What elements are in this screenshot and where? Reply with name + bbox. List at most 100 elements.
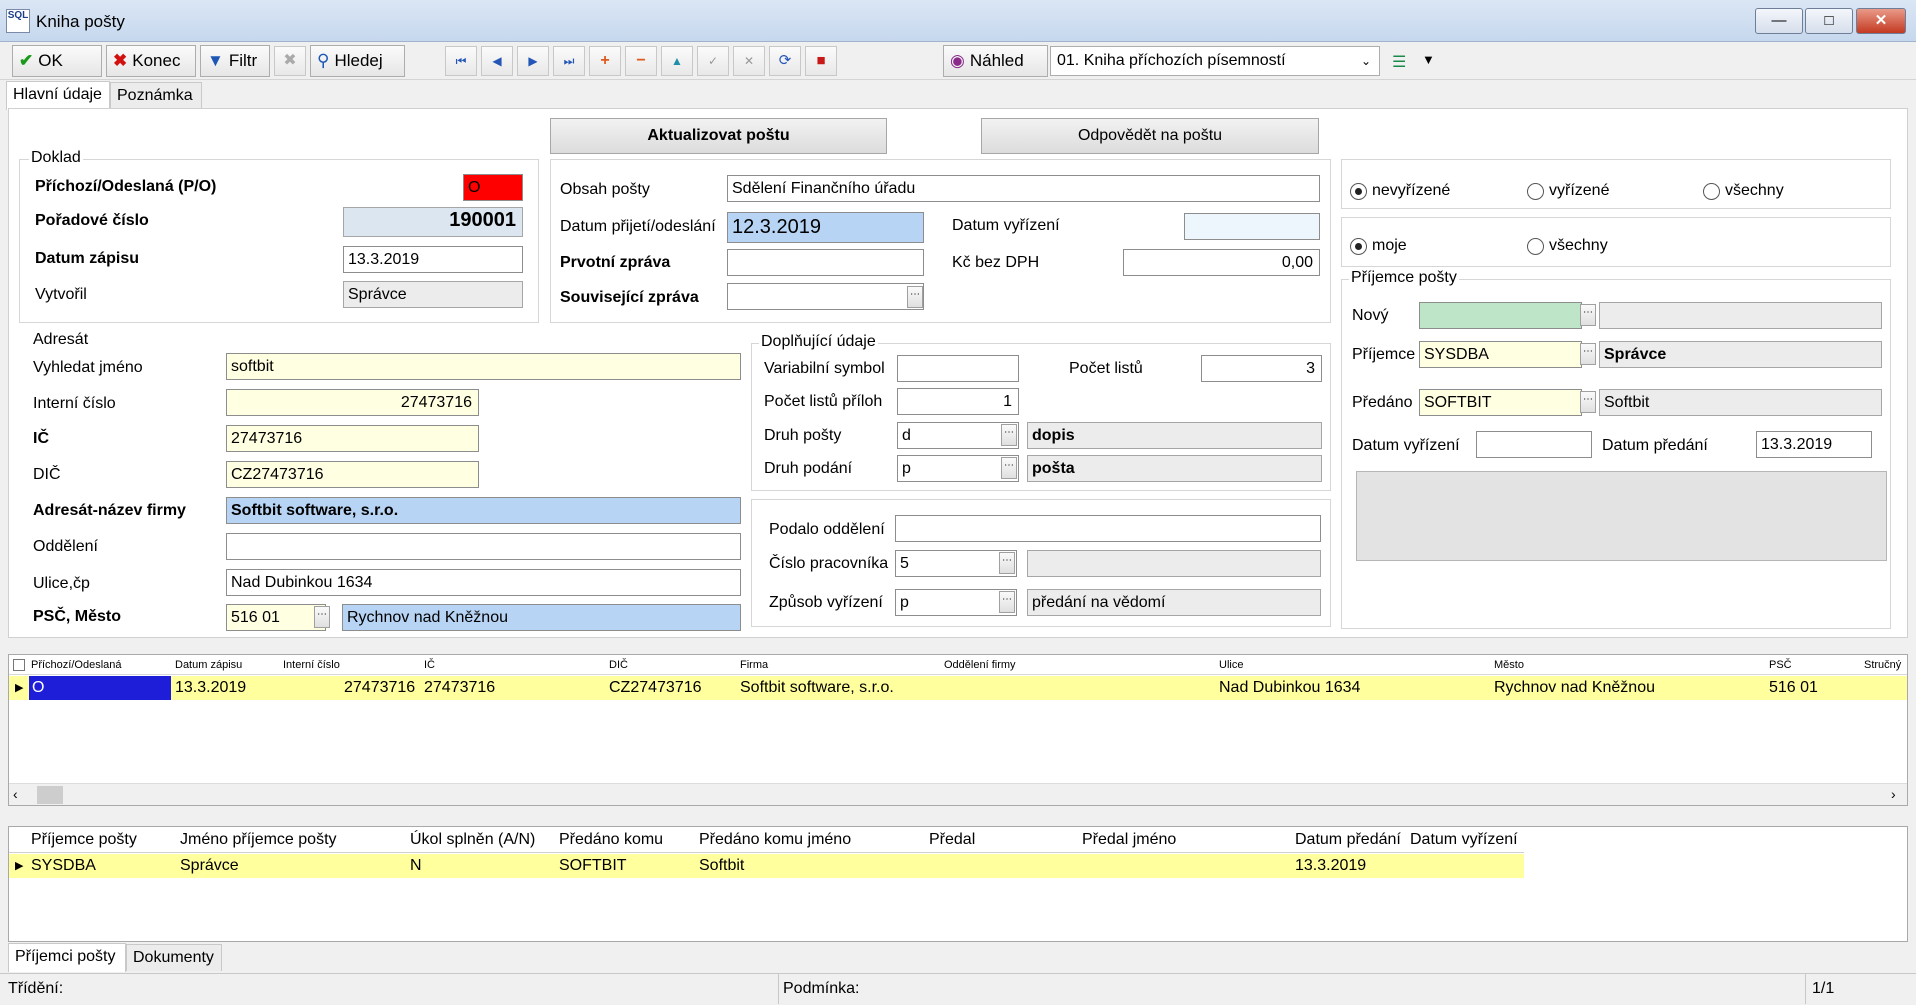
search-name-field[interactable]: softbit — [226, 353, 741, 380]
recip-ellipsis-button[interactable]: ⋯ — [1580, 343, 1596, 365]
cell[interactable]: 27473716 — [424, 676, 495, 700]
horizontal-scrollbar[interactable]: ‹ › — [9, 783, 1907, 805]
delete-record-icon[interactable]: − — [625, 46, 657, 76]
edit-record-icon[interactable]: ▲ — [661, 46, 693, 76]
col-header[interactable]: Interní číslo — [283, 655, 340, 675]
att-sheets-field[interactable]: 1 — [897, 388, 1019, 415]
reply-mail-button[interactable]: Odpovědět na poštu — [981, 118, 1319, 154]
cell[interactable]: SOFTBIT — [559, 854, 627, 878]
resolve-way-ellipsis-button[interactable]: ⋯ — [999, 591, 1015, 613]
col-header[interactable]: Jméno příjemce pošty — [180, 827, 337, 853]
cell[interactable]: 27473716 — [344, 676, 415, 700]
confirm-icon[interactable]: ✓ — [697, 46, 729, 76]
col-header[interactable]: DIČ — [609, 655, 628, 675]
city-field[interactable]: Rychnov nad Kněžnou — [342, 604, 741, 631]
cell[interactable]: SYSDBA — [31, 854, 96, 878]
radio-vsechny[interactable]: všechny — [1703, 182, 1784, 200]
col-header[interactable]: Předáno komu — [559, 827, 663, 853]
resolve-date-field[interactable] — [1184, 213, 1320, 240]
col-header[interactable]: Stručný — [1864, 655, 1901, 675]
sheets-field[interactable]: 3 — [1201, 355, 1322, 382]
table-row[interactable]: ▶ O 13.3.2019 27473716 27473716 CZ274737… — [9, 676, 1907, 700]
tab-dokumenty[interactable]: Dokumenty — [126, 944, 222, 971]
refresh-icon[interactable]: ⟳ — [769, 46, 801, 76]
cell[interactable]: CZ27473716 — [609, 676, 702, 700]
handed-date-field[interactable]: 13.3.2019 — [1756, 431, 1872, 458]
col-header[interactable]: Úkol splněn (A/N) — [410, 827, 535, 853]
cell[interactable]: Nad Dubinkou 1634 — [1219, 676, 1360, 700]
add-record-icon[interactable]: + — [589, 46, 621, 76]
col-header[interactable]: IČ — [424, 655, 435, 675]
col-header[interactable]: Město — [1494, 655, 1524, 675]
dic-field[interactable]: CZ27473716 — [226, 461, 479, 488]
col-header[interactable]: Ulice — [1219, 655, 1243, 675]
last-record-icon[interactable]: ⏭ — [553, 46, 585, 76]
col-header[interactable]: Datum zápisu — [175, 655, 242, 675]
date-field[interactable]: 13.3.2019 — [343, 246, 523, 273]
update-mail-button[interactable]: Aktualizovat poštu — [550, 118, 887, 154]
po-field[interactable]: O — [463, 174, 523, 201]
internal-field[interactable]: 27473716 — [226, 389, 479, 416]
new-recipient-field[interactable] — [1419, 302, 1582, 329]
ok-button[interactable]: ✔ OK — [12, 45, 102, 77]
col-header[interactable]: Předal jméno — [1082, 827, 1176, 853]
cell[interactable]: O — [29, 676, 171, 700]
worker-ellipsis-button[interactable]: ⋯ — [999, 552, 1015, 574]
hledej-button[interactable]: ⚲ Hledej — [310, 45, 405, 77]
recipient-note-area[interactable] — [1356, 471, 1887, 561]
cell[interactable]: Softbit software, s.r.o. — [740, 676, 894, 700]
dept-field[interactable] — [226, 533, 741, 560]
related-msg-field[interactable] — [727, 283, 924, 310]
submission-ellipsis-button[interactable]: ⋯ — [1001, 457, 1017, 479]
col-header[interactable]: Předal — [929, 827, 975, 853]
recip-code-field[interactable]: SYSDBA — [1419, 341, 1582, 368]
new-ellipsis-button[interactable]: ⋯ — [1580, 304, 1596, 326]
nahled-button[interactable]: ◉ Náhled — [943, 45, 1048, 77]
cell[interactable]: 13.3.2019 — [175, 676, 246, 700]
col-header[interactable]: Předáno komu jméno — [699, 827, 851, 853]
tab-poznamka[interactable]: Poznámka — [110, 82, 202, 109]
recip-resolve-field[interactable] — [1476, 431, 1592, 458]
cell[interactable]: N — [410, 854, 422, 878]
lock-icon[interactable]: ■ — [805, 46, 837, 76]
scroll-left-icon[interactable]: ‹ — [13, 786, 18, 802]
tab-prijemci-posty[interactable]: Příjemci pošty — [8, 943, 126, 972]
cancel-icon[interactable]: ✕ — [733, 46, 765, 76]
radio-vyrizene[interactable]: vyřízené — [1527, 182, 1609, 200]
mail-type-ellipsis-button[interactable]: ⋯ — [1001, 424, 1017, 446]
col-header[interactable]: Příjemce pošty — [31, 827, 137, 853]
cell[interactable]: Softbit — [699, 854, 744, 878]
handed-ellipsis-button[interactable]: ⋯ — [1580, 391, 1596, 413]
col-header[interactable]: Datum předání — [1295, 827, 1401, 853]
cell[interactable]: Správce — [180, 854, 239, 878]
table-row[interactable]: ▶ SYSDBA Správce N SOFTBIT Softbit 13.3.… — [9, 854, 1524, 878]
prev-record-icon[interactable]: ◀ — [481, 46, 513, 76]
var-symbol-field[interactable] — [897, 355, 1019, 382]
first-record-icon[interactable]: ⏮ — [445, 46, 477, 76]
scroll-thumb[interactable] — [37, 786, 63, 804]
radio-vsechny-owner[interactable]: všechny — [1527, 237, 1608, 255]
maximize-button[interactable]: □ — [1805, 8, 1853, 34]
select-all-checkbox[interactable] — [13, 659, 25, 671]
firm-field[interactable]: Softbit software, s.r.o. — [226, 497, 741, 524]
psc-ellipsis-button[interactable]: ⋯ — [314, 606, 330, 628]
submit-dept-field[interactable] — [895, 515, 1321, 542]
radio-nevyrizene[interactable]: nevyřízené — [1350, 182, 1450, 200]
col-header[interactable]: Firma — [740, 655, 768, 675]
filtr-button[interactable]: ▼ Filtr — [200, 45, 270, 77]
first-msg-field[interactable] — [727, 249, 924, 276]
cell[interactable]: 13.3.2019 — [1295, 854, 1366, 878]
close-button[interactable]: ✕ — [1856, 8, 1906, 34]
cell[interactable]: Rychnov nad Kněžnou — [1494, 676, 1655, 700]
scroll-right-icon[interactable]: › — [1891, 786, 1896, 802]
ic-field[interactable]: 27473716 — [226, 425, 479, 452]
col-header[interactable]: Příchozí/Odeslaná — [31, 655, 122, 675]
konec-button[interactable]: ✖ Konec — [106, 45, 196, 77]
order-number-field[interactable]: 190001 — [343, 207, 523, 237]
minimize-button[interactable]: — — [1755, 8, 1803, 34]
related-ellipsis-button[interactable]: ⋯ — [907, 286, 923, 308]
content-field[interactable]: Sdělení Finančního úřadu — [727, 175, 1320, 202]
next-record-icon[interactable]: ▶ — [517, 46, 549, 76]
street-field[interactable]: Nad Dubinkou 1634 — [226, 569, 741, 596]
psc-field[interactable]: 516 01 — [226, 604, 326, 631]
